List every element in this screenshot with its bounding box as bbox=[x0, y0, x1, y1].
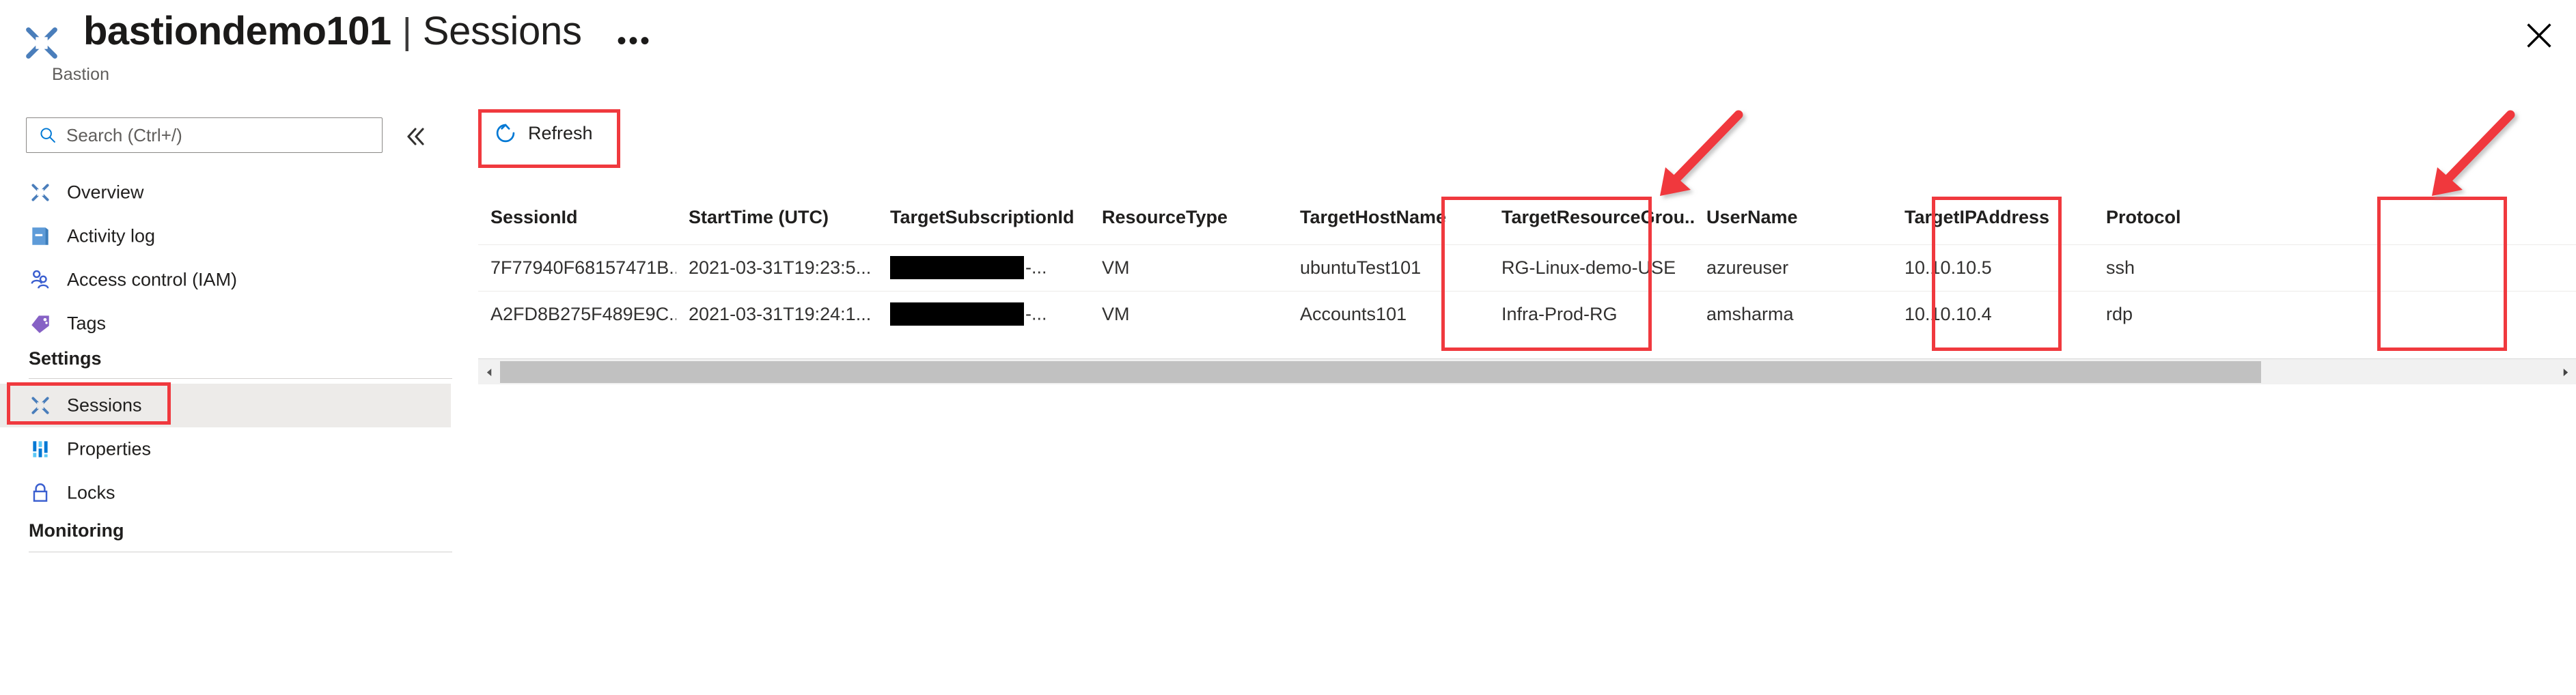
cell-start-time: 2021-03-31T19:24:1... bbox=[689, 303, 872, 324]
cell-target-subscription-id: -... bbox=[878, 244, 1090, 292]
column-header-start-time[interactable]: StartTime (UTC) bbox=[676, 191, 878, 245]
column-header-target-ip-address[interactable]: TargetIPAddress bbox=[1892, 191, 2094, 245]
cell-subscription-tail: -... bbox=[1025, 303, 1047, 324]
cell-target-resource-group: RG-Linux-demo-USE bbox=[1489, 244, 1694, 292]
sidebar-item-properties[interactable]: Properties bbox=[0, 427, 451, 471]
scroll-left-arrow-icon[interactable] bbox=[478, 359, 500, 385]
sidebar-item-label: Activity log bbox=[67, 225, 156, 246]
refresh-label: Refresh bbox=[528, 122, 593, 143]
sidebar-item-label: Sessions bbox=[67, 395, 142, 416]
azure-portal-blade: bastiondemo101 | Sessions ••• Bastion Se… bbox=[0, 0, 2576, 695]
resource-name: bastiondemo101 bbox=[83, 9, 391, 53]
sessions-table-container: SessionId StartTime (UTC) TargetSubscrip… bbox=[478, 191, 2576, 362]
column-header-target-host-name[interactable]: TargetHostName bbox=[1288, 191, 1489, 245]
close-icon[interactable] bbox=[2521, 18, 2557, 53]
cell-user-name: azureuser bbox=[1694, 244, 1892, 292]
cell-target-resource-group: Infra-Prod-RG bbox=[1501, 303, 1618, 324]
sidebar-item-label: Properties bbox=[67, 438, 152, 459]
column-header-session-id[interactable]: SessionId bbox=[478, 191, 676, 245]
cell-target-ip-address: 10.10.10.5 bbox=[1892, 244, 2094, 292]
cell-session-id: A2FD8B275F489E9C... bbox=[490, 303, 676, 324]
cell-resource-type: VM bbox=[1090, 244, 1288, 292]
table-header-row: SessionId StartTime (UTC) TargetSubscrip… bbox=[478, 191, 2576, 245]
arrow-to-protocol bbox=[2432, 110, 2515, 196]
search-input[interactable] bbox=[26, 117, 383, 153]
cell-session-id: 7F77940F68157471B... bbox=[478, 244, 676, 292]
sidebar-group-monitoring-title: Monitoring bbox=[29, 520, 124, 541]
sidebar-item-tags[interactable]: Tags bbox=[0, 302, 451, 345]
cell-target-host-name: Accounts101 bbox=[1300, 303, 1407, 324]
cell-subscription-tail: -... bbox=[1025, 257, 1047, 278]
column-header-target-subscription-id[interactable]: TargetSubscriptionId bbox=[878, 191, 1090, 245]
sidebar-item-label: Overview bbox=[67, 182, 144, 203]
refresh-icon bbox=[496, 124, 515, 143]
column-header-resource-type[interactable]: ResourceType bbox=[1090, 191, 1288, 245]
scroll-right-arrow-icon[interactable] bbox=[2554, 359, 2576, 385]
cell-target-host-name: ubuntuTest101 bbox=[1288, 244, 1489, 292]
column-header-target-resource-group[interactable]: TargetResourceGrou... bbox=[1489, 191, 1694, 245]
sessions-table: SessionId StartTime (UTC) TargetSubscrip… bbox=[478, 191, 2576, 337]
cell-target-ip-address: 10.10.10.4 bbox=[1905, 303, 1992, 324]
lock-icon bbox=[33, 483, 48, 502]
refresh-button[interactable]: Refresh bbox=[478, 111, 611, 156]
cell-protocol: ssh bbox=[2094, 244, 2576, 292]
sidebar: Overview Activity log Access control (IA… bbox=[0, 102, 452, 695]
cell-start-time: 2021-03-31T19:23:5... bbox=[676, 244, 878, 292]
cell-resource-type: VM bbox=[1102, 303, 1130, 324]
sidebar-item-label: Access control (IAM) bbox=[67, 269, 238, 290]
scrollbar-thumb[interactable] bbox=[500, 361, 2261, 383]
redaction-bar bbox=[890, 256, 1024, 279]
sidebar-item-activity-log[interactable]: Activity log bbox=[0, 214, 451, 258]
arrow-to-target-host-name bbox=[1660, 110, 1743, 196]
column-header-user-name[interactable]: UserName bbox=[1694, 191, 1892, 245]
bastion-icon bbox=[26, 27, 57, 59]
collapse-sidebar-icon[interactable] bbox=[400, 122, 430, 152]
cell-protocol: rdp bbox=[2106, 303, 2133, 324]
bastion-icon bbox=[31, 184, 49, 201]
sidebar-item-access-control[interactable]: Access control (IAM) bbox=[0, 258, 451, 302]
horizontal-scrollbar[interactable] bbox=[478, 358, 2576, 384]
sidebar-group-settings-title: Settings bbox=[29, 348, 102, 369]
column-header-protocol[interactable]: Protocol bbox=[2094, 191, 2576, 245]
search-box bbox=[26, 117, 383, 153]
blade-section-name: Sessions bbox=[422, 9, 582, 53]
sidebar-item-locks[interactable]: Locks bbox=[0, 471, 451, 515]
page-title: bastiondemo101 | Sessions bbox=[83, 7, 582, 56]
table-row[interactable]: 7F77940F68157471B... 2021-03-31T19:23:5.… bbox=[478, 244, 2576, 292]
sidebar-item-label: Tags bbox=[67, 313, 107, 334]
activity-log-icon bbox=[32, 227, 49, 245]
resource-type-subtitle: Bastion bbox=[52, 65, 110, 84]
blade-header: bastiondemo101 | Sessions ••• Bastion bbox=[0, 0, 2576, 96]
sidebar-item-sessions[interactable]: Sessions bbox=[0, 384, 451, 427]
cell-user-name: amsharma bbox=[1706, 303, 1794, 324]
search-icon bbox=[40, 128, 55, 143]
more-options-button[interactable]: ••• bbox=[611, 25, 657, 57]
title-separator: | bbox=[402, 11, 412, 52]
access-control-icon bbox=[31, 270, 49, 289]
redaction-bar bbox=[890, 302, 1024, 326]
bastion-icon bbox=[31, 397, 49, 414]
sidebar-item-overview[interactable]: Overview bbox=[0, 171, 451, 214]
cell-target-subscription-id: -... bbox=[878, 291, 1090, 337]
sidebar-item-label: Locks bbox=[67, 482, 115, 503]
tags-icon bbox=[31, 315, 49, 333]
table-row[interactable]: A2FD8B275F489E9C... 2021-03-31T19:24:1..… bbox=[478, 291, 2576, 337]
properties-icon bbox=[33, 441, 48, 457]
